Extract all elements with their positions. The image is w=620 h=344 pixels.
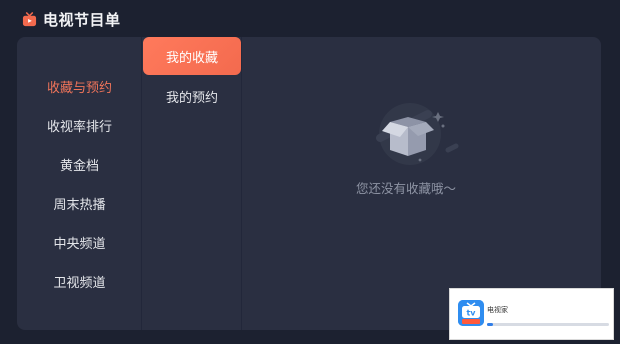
subtab-list: 我的收藏 我的预约 — [142, 37, 242, 330]
category-list: 收藏与预约 收视率排行 黄金档 周末热播 中央频道 卫视频道 — [17, 37, 142, 330]
download-progress-bar — [487, 323, 609, 326]
svg-text:tv: tv — [466, 309, 476, 318]
category-item-ratings[interactable]: 收视率排行 — [17, 113, 142, 137]
download-progress-fill — [487, 323, 494, 326]
category-item-cctv[interactable]: 中央频道 — [17, 230, 142, 254]
page-title: 电视节目单 — [43, 10, 121, 29]
empty-state-message: 您还没有收藏哦～ — [355, 181, 456, 196]
download-popup[interactable]: tv 电视家 — [449, 288, 614, 340]
category-item-favorites-reservations[interactable]: 收藏与预约 — [17, 74, 142, 98]
category-item-weekend-hits[interactable]: 周末热播 — [17, 191, 142, 215]
empty-box-icon — [350, 100, 460, 170]
tv-app-logo-icon: tv — [458, 300, 484, 326]
main-panel: 收藏与预约 收视率排行 黄金档 周末热播 中央频道 卫视频道 我的收藏 我的预约 — [17, 37, 601, 330]
tv-icon — [22, 11, 37, 27]
category-item-prime-time[interactable]: 黄金档 — [17, 152, 142, 176]
subtab-my-favorites[interactable]: 我的收藏 — [143, 37, 241, 75]
header: 电视节目单 — [22, 8, 121, 30]
subtab-my-reservations[interactable]: 我的预约 — [142, 77, 242, 115]
category-item-satellite[interactable]: 卫视频道 — [17, 269, 142, 293]
popup-app-name: 电视家 — [487, 306, 508, 314]
